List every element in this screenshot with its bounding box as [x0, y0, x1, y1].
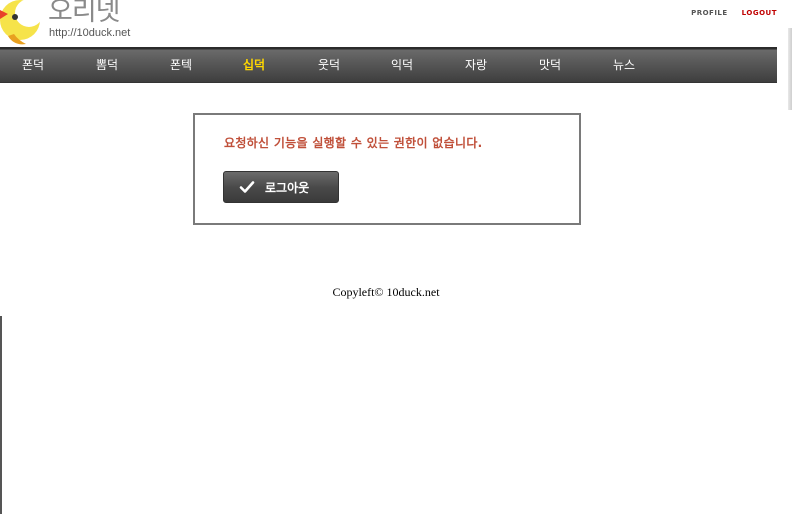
profile-link[interactable]: PROFILE [691, 9, 728, 17]
logout-link[interactable]: LOGOUT [742, 9, 777, 17]
left-border-line [0, 316, 2, 514]
logo-url: http://10duck.net [49, 27, 131, 39]
copyright: Copyleft© 10duck.net [332, 285, 440, 299]
nav-item-ppomdeok[interactable]: 뽐덕 [96, 47, 118, 83]
nav-item-matdeok[interactable]: 맛덕 [539, 47, 561, 83]
nav-item-ikdeok[interactable]: 익덕 [391, 47, 413, 83]
top-links: PROFILE LOGOUT [691, 9, 777, 17]
nav-item-news[interactable]: 뉴스 [613, 47, 635, 83]
logo-title: 오리넷 [48, 0, 121, 27]
nav-item-pontek[interactable]: 폰텍 [170, 47, 192, 83]
logout-button-label: 로그아웃 [265, 180, 310, 195]
nav-item-sipdeok[interactable]: 십덕 [243, 47, 265, 83]
duck-logo-icon [0, 0, 43, 45]
nav-item-pondeok[interactable]: 폰덕 [22, 47, 44, 83]
nav-item-utdeok[interactable]: 웃덕 [318, 47, 340, 83]
scrollbar-edge [788, 28, 792, 110]
main-nav: 폰덕 뽐덕 폰텍 십덕 웃덕 익덕 자랑 맛덕 뉴스 [0, 47, 777, 83]
logout-button[interactable]: 로그아웃 [223, 171, 339, 203]
check-icon [239, 181, 255, 193]
permission-denied-message: 요청하신 기능을 실행할 수 있는 권한이 없습니다. [224, 136, 483, 150]
permission-message-box: 요청하신 기능을 실행할 수 있는 권한이 없습니다. 로그아웃 [193, 113, 581, 225]
site-logo[interactable]: 오리넷 http://10duck.net [0, 0, 140, 46]
nav-item-jarang[interactable]: 자랑 [465, 47, 487, 83]
